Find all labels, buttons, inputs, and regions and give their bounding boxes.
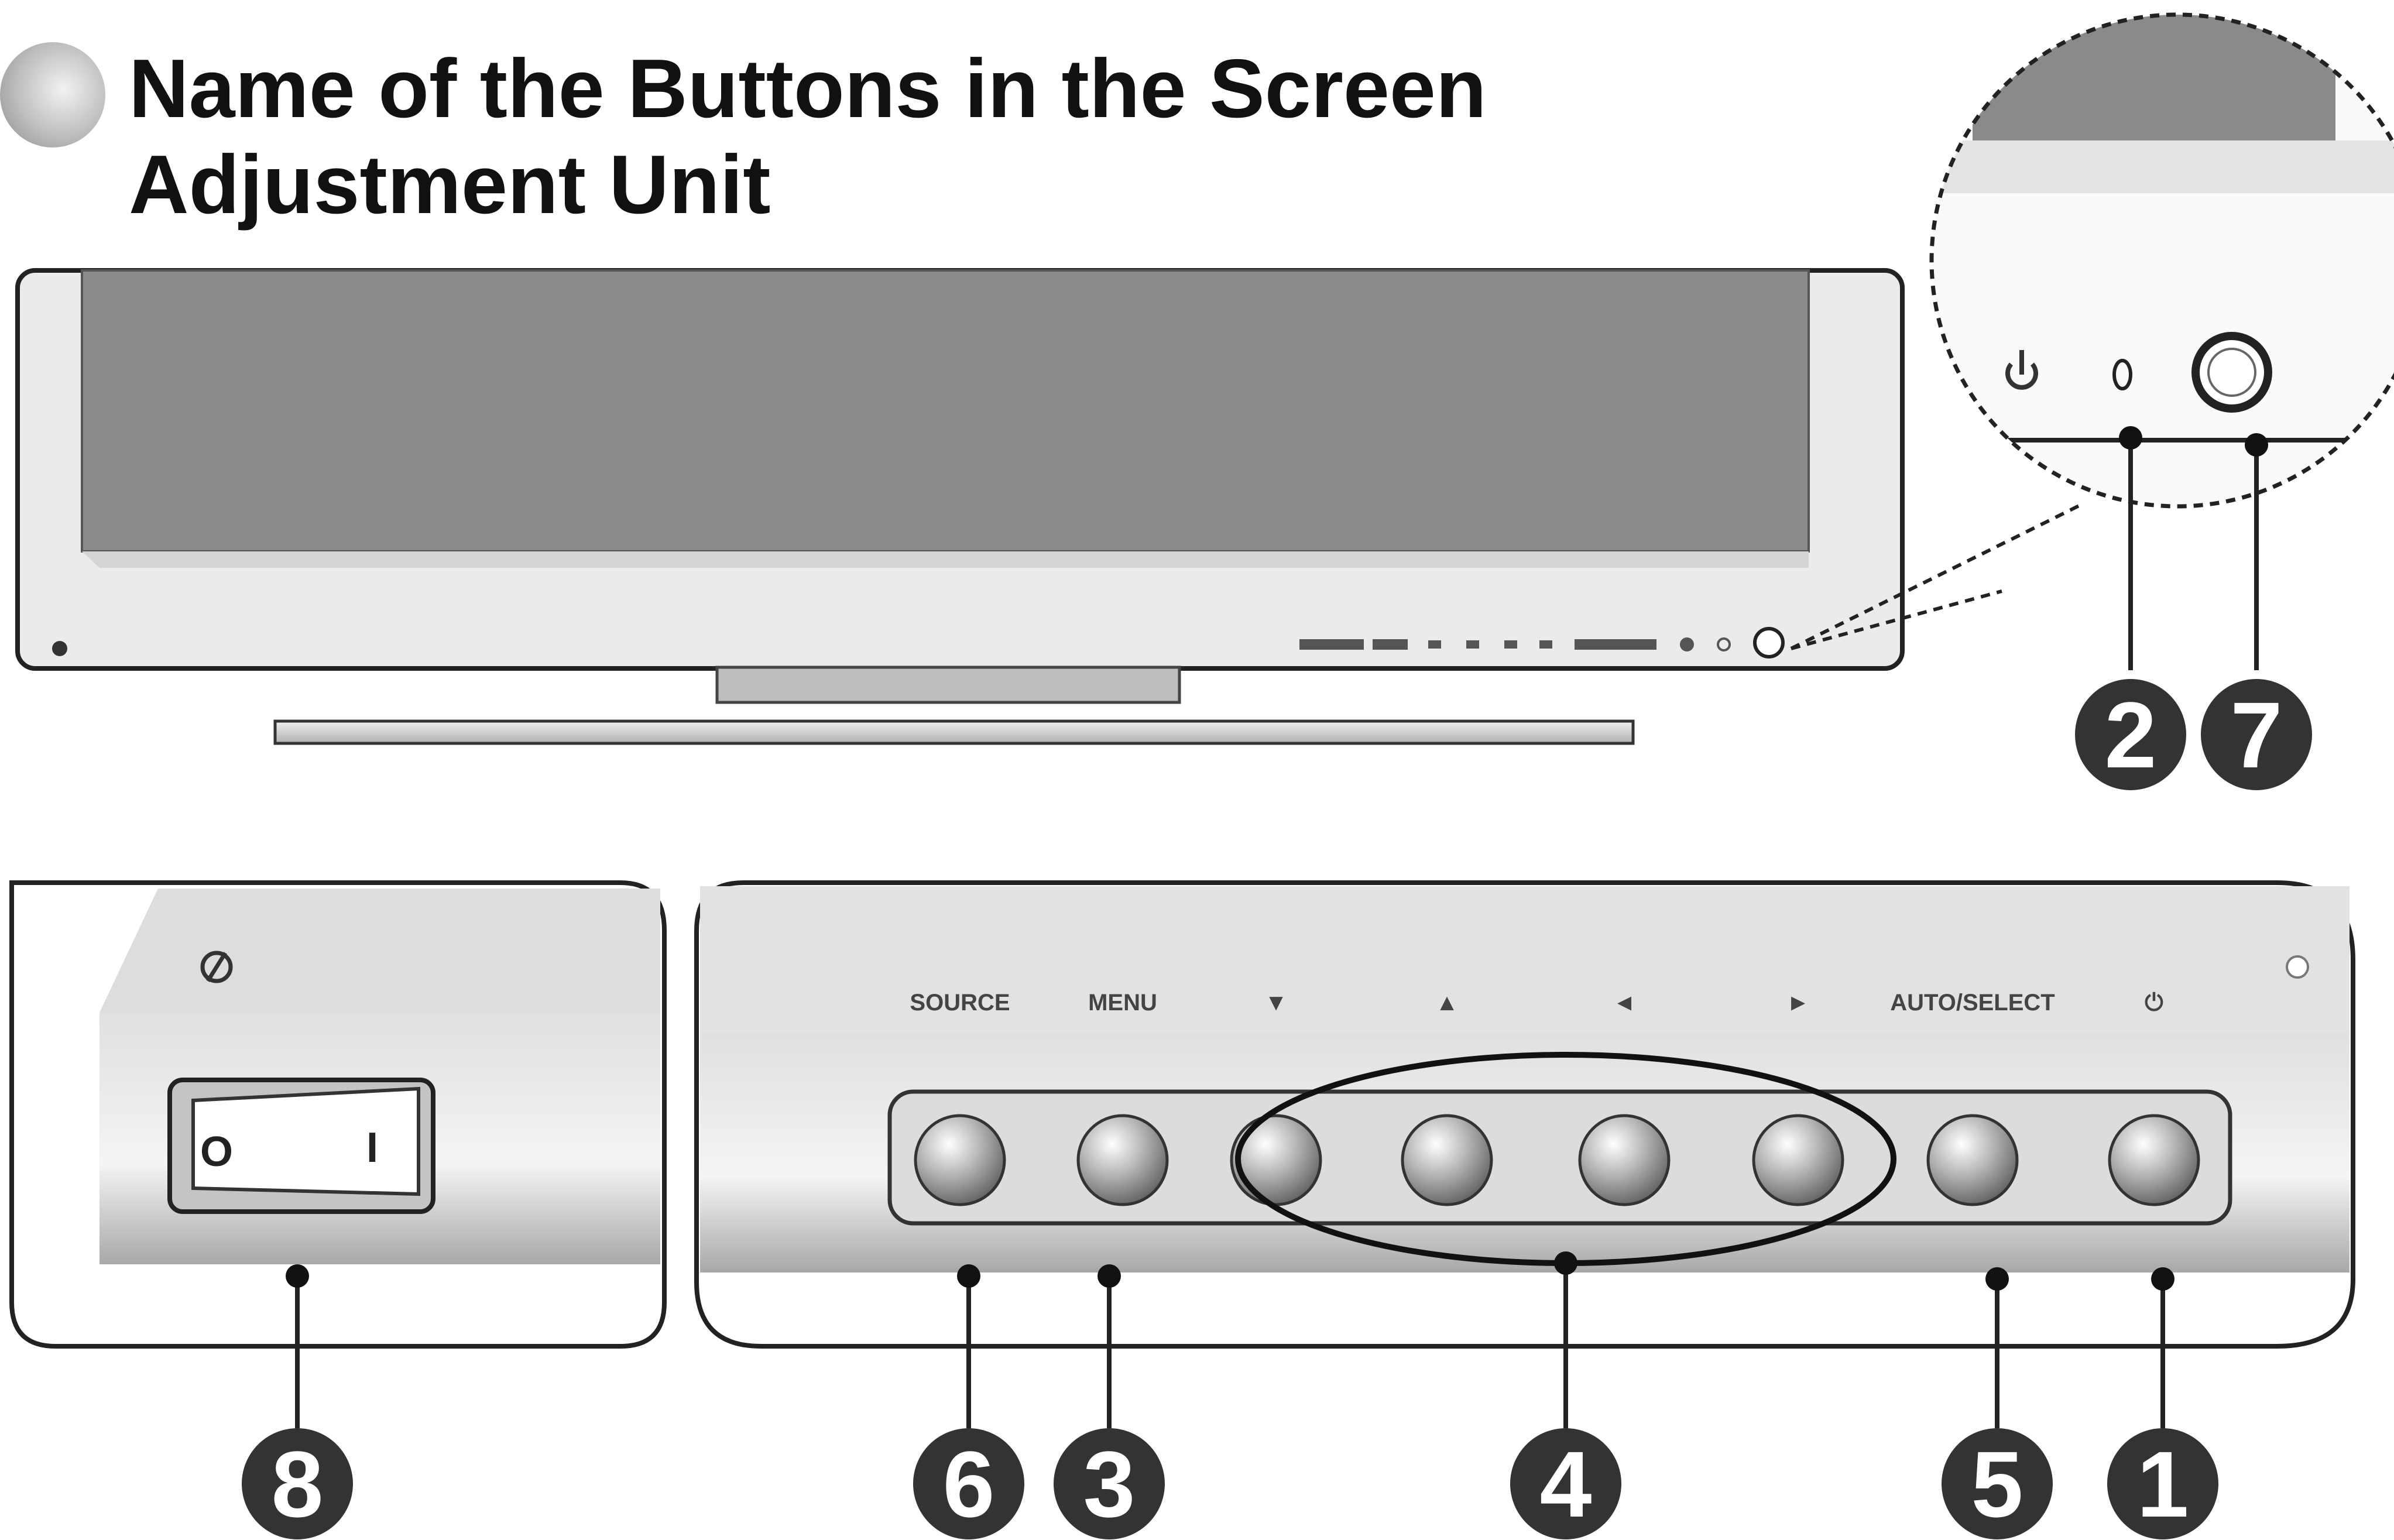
down-button[interactable]: [1230, 1114, 1322, 1206]
power-panel-button[interactable]: [2108, 1114, 2200, 1206]
callout-dot: [1554, 1251, 1577, 1275]
monitor-screen: [81, 269, 1810, 553]
callout-dot: [2151, 1267, 2175, 1291]
inset-power-button[interactable]: [2191, 332, 2272, 413]
callout-dot: [957, 1264, 980, 1288]
callout-number: 3: [1083, 1432, 1136, 1536]
monitor-neck: [715, 666, 1181, 704]
control-panel: SOURCE MENU ▼ ▲ ◄ ► AUTO/SELECT ⏻: [694, 880, 2355, 1349]
callout-number: 7: [2231, 682, 2283, 787]
switch-on-mark: I: [366, 1124, 378, 1171]
monitor-logo-icon: [52, 641, 67, 656]
source-button[interactable]: [914, 1114, 1006, 1206]
callout-number: 8: [272, 1432, 324, 1536]
monitor: [15, 268, 1905, 745]
callout-dot: [2245, 433, 2268, 457]
left-label: ◄: [1613, 990, 1636, 1016]
menu-button[interactable]: [1076, 1114, 1169, 1206]
auto-select-button[interactable]: [1926, 1114, 2019, 1206]
right-button[interactable]: [1752, 1114, 1844, 1206]
switch-off-mark: O: [200, 1129, 233, 1175]
diagram: O I SOURCE MENU ▼ ▲ ◄ ► AUTO/SELECT ⏻ 2 7 8 6 3 4 5 1: [9, 12, 2394, 1539]
power-switch-panel: O I: [9, 880, 667, 1349]
callout-number: 5: [1971, 1432, 2023, 1536]
callout-dot: [1097, 1264, 1121, 1288]
down-label: ▼: [1264, 990, 1288, 1016]
source-label: SOURCE: [910, 990, 1010, 1016]
power-panel-label: ⏻: [2145, 990, 2163, 1016]
callout-dot: [286, 1264, 309, 1288]
left-button[interactable]: [1578, 1114, 1671, 1206]
callout-number: 1: [2137, 1432, 2189, 1536]
monitor-stand: [273, 719, 1635, 745]
callout-number: 2: [2105, 682, 2157, 787]
up-label: ▲: [1435, 990, 1459, 1016]
inset-screen: [1973, 15, 2335, 140]
callout-number: 4: [1540, 1432, 1592, 1536]
callout-dot: [2119, 426, 2142, 450]
callout-number: 6: [943, 1432, 995, 1536]
monitor-power-button[interactable]: [1753, 627, 1785, 658]
callout-dot: [1985, 1267, 2009, 1291]
menu-label: MENU: [1088, 990, 1157, 1016]
auto-select-label: AUTO/SELECT: [1890, 990, 2055, 1016]
right-label: ►: [1786, 990, 1810, 1016]
up-button[interactable]: [1401, 1114, 1493, 1206]
